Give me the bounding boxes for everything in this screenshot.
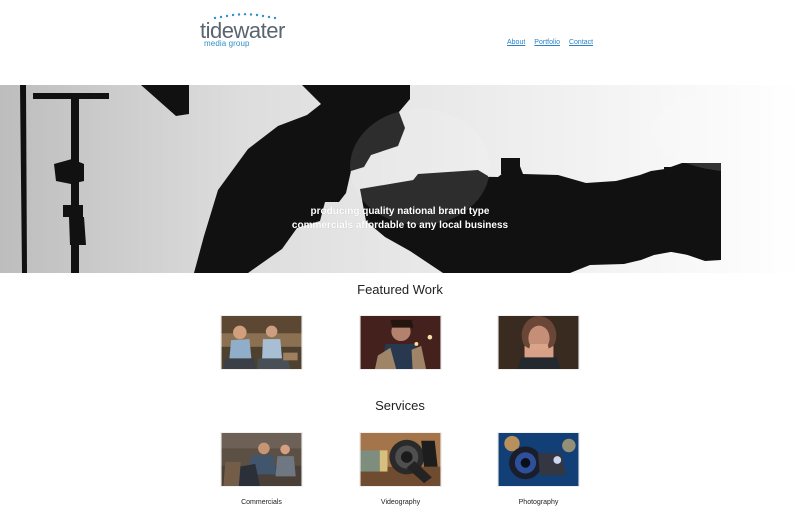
hero-banner: producing quality national brand type co… [0,85,800,273]
site-logo[interactable]: tidewater media group [200,10,290,48]
service-thumbnail-videography[interactable] [359,432,442,487]
main-navigation: About Portfolio Contact [507,39,593,47]
videography-image [360,433,441,486]
site-header: tidewater media group About Portfolio Co… [0,0,800,85]
logo-subtitle: media group [204,39,250,48]
featured-work-image-2 [360,316,441,369]
hero-tagline-line1: producing quality national brand type [310,206,490,217]
photography-image [498,433,579,486]
featured-work-image-1 [221,316,302,369]
service-label-videography: Videography [380,499,421,506]
featured-work-thumbnail-3[interactable] [497,315,580,370]
hero-tagline: producing quality national brand type co… [282,205,518,233]
featured-work-image-3 [498,316,579,369]
featured-work-thumbnail-2[interactable] [359,315,442,370]
homepage: tidewater media group About Portfolio Co… [0,0,800,529]
service-thumbnail-photography[interactable] [497,432,580,487]
nav-link-portfolio[interactable]: Portfolio [534,39,560,47]
service-thumbnail-commercials[interactable] [220,432,303,487]
camera-operator-silhouette-image [0,85,800,273]
services-title: Services [375,398,425,413]
commercials-image [221,433,302,486]
featured-work-thumbnail-1[interactable] [220,315,303,370]
service-label-commercials: Commercials [241,499,282,506]
featured-work-title: Featured Work [357,282,443,297]
hero-tagline-line2: commercials affordable to any local busi… [291,220,509,231]
service-label-photography: Photography [518,499,559,506]
nav-link-about[interactable]: About [507,39,525,47]
nav-link-contact[interactable]: Contact [569,39,593,47]
